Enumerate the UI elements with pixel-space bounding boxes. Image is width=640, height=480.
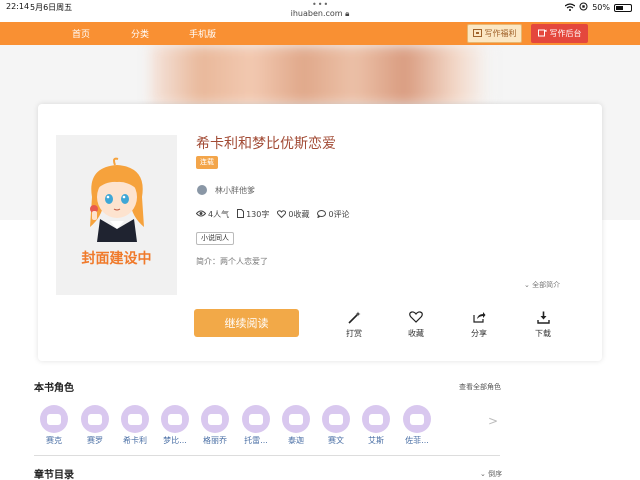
role-item[interactable]: 托雷... [240, 405, 272, 446]
continue-reading-button[interactable]: 继续阅读 [194, 309, 299, 337]
book-cover[interactable]: 封面建设中 [56, 135, 177, 295]
serial-status-badge: 连载 [196, 156, 218, 169]
heart-icon [277, 209, 287, 220]
role-name: 赛罗 [87, 436, 103, 445]
battery-percent: 50% [592, 3, 610, 12]
role-name: 艾斯 [368, 436, 384, 445]
share-icon [459, 311, 499, 325]
battery-icon [614, 3, 632, 12]
download-label: 下载 [535, 329, 551, 338]
comment-icon [317, 209, 327, 220]
role-item[interactable]: 佐菲... [401, 405, 433, 446]
mascot-illustration [90, 157, 144, 242]
author-avatar[interactable] [197, 185, 207, 195]
role-item[interactable]: 艾斯 [360, 405, 392, 446]
stat-popularity: 4人气 [195, 209, 230, 220]
sort-toggle[interactable]: ⌄ 倒序 [480, 469, 502, 479]
role-name: 托雷... [244, 436, 268, 445]
address-bar[interactable]: ihuaben.com 🔒︎ [0, 9, 640, 19]
role-item[interactable]: 希卡利 [119, 405, 151, 446]
roles-divider [34, 455, 500, 456]
book-info-card: 封面建设中 希卡利和梦比优斯恋爱 连载 林小胖他爹 4人气 130字 0收藏 0… [38, 104, 602, 361]
role-avatar [40, 405, 68, 433]
share-button[interactable]: 分享 [459, 311, 499, 339]
nav-home[interactable]: 首页 [72, 27, 90, 40]
chapters-section-title: 章节目录 [34, 470, 74, 480]
role-avatar [161, 405, 189, 433]
favorite-count: 0收藏 [288, 210, 310, 219]
writing-backend-button[interactable]: 写作后台 [531, 24, 588, 43]
book-intro: 简介：两个人恋爱了 [196, 257, 268, 266]
tip-label: 打赏 [346, 329, 362, 338]
role-item[interactable]: 赛文 [320, 405, 352, 446]
orientation-lock-icon [579, 2, 588, 13]
role-item[interactable]: 梦比... [159, 405, 191, 446]
favorite-button[interactable]: 收藏 [396, 311, 436, 339]
stat-comments: 0评论 [317, 209, 350, 220]
book-stats: 4人气 130字 0收藏 0评论 [195, 209, 350, 220]
cover-placeholder-text: 封面建设中 [81, 251, 152, 267]
role-item[interactable]: 赛罗 [79, 405, 111, 446]
tip-button[interactable]: 打赏 [334, 311, 374, 339]
stat-words: 130字 [237, 209, 269, 220]
role-avatar [322, 405, 350, 433]
writing-welfare-button[interactable]: 写作福利 [467, 24, 522, 43]
top-nav: 首页 分类 手机版 写作福利 写作后台 [0, 22, 640, 45]
role-name: 梦比... [163, 436, 187, 445]
expand-intro-label: 全部简介 [532, 281, 561, 289]
role-avatar [282, 405, 310, 433]
category-tag[interactable]: 小说同人 [196, 232, 234, 245]
pen-book-icon [537, 29, 547, 39]
wifi-icon [564, 2, 576, 13]
see-all-roles-link[interactable]: 查看全部角色 [459, 382, 501, 392]
eye-icon [195, 210, 207, 219]
role-item[interactable]: 格丽乔 [199, 405, 231, 446]
stat-favorites: 0收藏 [277, 209, 309, 220]
role-avatar [242, 405, 270, 433]
download-icon [523, 311, 563, 325]
roles-section-title: 本书角色 [34, 383, 74, 394]
role-item[interactable]: 赛克 [38, 405, 70, 446]
word-count: 130字 [246, 210, 270, 219]
chevron-down-icon: ⌄ [480, 470, 489, 478]
role-avatar [362, 405, 390, 433]
role-name: 赛克 [46, 436, 62, 445]
banner-blur-image [150, 45, 490, 105]
download-button[interactable]: 下载 [523, 311, 563, 339]
share-label: 分享 [471, 329, 487, 338]
role-name: 泰迦 [288, 436, 304, 445]
lock-icon: 🔒︎ [345, 9, 350, 18]
expand-intro-link[interactable]: ⌄ 全部简介 [524, 280, 560, 290]
sort-label: 倒序 [488, 470, 503, 478]
role-name: 佐菲... [405, 436, 429, 445]
popularity-count: 4人气 [208, 210, 230, 219]
book-title: 希卡利和梦比优斯恋爱 [196, 136, 336, 152]
role-item[interactable]: 泰迦 [280, 405, 312, 446]
nav-mobile[interactable]: 手机版 [189, 27, 216, 40]
role-avatar [81, 405, 109, 433]
role-name: 希卡利 [123, 436, 147, 445]
role-avatar [121, 405, 149, 433]
nav-category[interactable]: 分类 [131, 27, 149, 40]
role-name: 格丽乔 [203, 436, 227, 445]
writing-backend-label: 写作后台 [549, 29, 582, 38]
role-avatar [403, 405, 431, 433]
favorite-label: 收藏 [408, 329, 424, 338]
roles-next-arrow-icon[interactable]: > [488, 414, 498, 428]
writing-welfare-label: 写作福利 [484, 29, 517, 38]
magic-wand-icon [334, 311, 374, 325]
status-bar: 22:14 5月6日周五 ••• ihuaben.com 🔒︎ 50% [0, 0, 640, 22]
chevron-down-icon: ⌄ [524, 281, 533, 289]
document-icon [237, 209, 245, 220]
comment-count: 0评论 [328, 210, 350, 219]
role-avatar [201, 405, 229, 433]
url-text: ihuaben.com [290, 9, 343, 18]
heart-outline-icon [396, 311, 436, 325]
role-name: 赛文 [328, 436, 344, 445]
author-name[interactable]: 林小胖他爹 [215, 185, 255, 196]
more-dots-icon[interactable]: ••• [312, 0, 329, 9]
gift-icon [472, 28, 482, 39]
